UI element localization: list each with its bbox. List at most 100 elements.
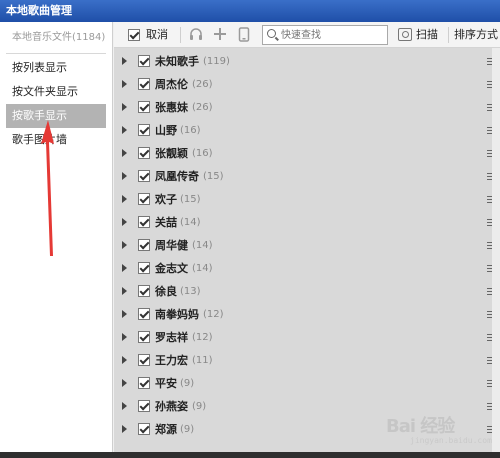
list-item[interactable]: 徐良 (13): [114, 280, 492, 303]
expand-triangle-icon[interactable]: [122, 57, 127, 65]
song-count: (16): [192, 148, 213, 159]
artist-name: 金志文: [155, 262, 188, 275]
row-checkbox[interactable]: [138, 239, 150, 251]
toolbar: 取消 扫描 排序方式: [114, 22, 500, 48]
list-item[interactable]: 山野 (16): [114, 119, 492, 142]
artist-name: 未知歌手: [155, 55, 199, 68]
cancel-button[interactable]: 取消: [146, 22, 168, 48]
sort-button[interactable]: 排序方式: [454, 22, 498, 48]
expand-triangle-icon[interactable]: [122, 80, 127, 88]
vertical-scrollbar[interactable]: [492, 48, 500, 452]
headphones-icon[interactable]: [188, 27, 204, 43]
list-item[interactable]: 孙燕姿 (9): [114, 395, 492, 418]
expand-triangle-icon[interactable]: [122, 126, 127, 134]
row-checkbox[interactable]: [138, 101, 150, 113]
row-checkbox[interactable]: [138, 308, 150, 320]
expand-triangle-icon[interactable]: [122, 103, 127, 111]
list-item[interactable]: 平安 (9): [114, 372, 492, 395]
list-item[interactable]: 周杰伦 (26): [114, 73, 492, 96]
song-count: (15): [180, 194, 201, 205]
list-item[interactable]: 关喆 (14): [114, 211, 492, 234]
list-item[interactable]: 张靓颖 (16): [114, 142, 492, 165]
list-item[interactable]: 南拳妈妈 (12): [114, 303, 492, 326]
row-checkbox[interactable]: [138, 170, 150, 182]
expand-triangle-icon[interactable]: [122, 356, 127, 364]
select-all-checkbox[interactable]: [128, 29, 140, 41]
row-checkbox[interactable]: [138, 147, 150, 159]
plus-icon[interactable]: [212, 27, 228, 43]
sidebar-item-by-artist[interactable]: 按歌手显示: [6, 104, 106, 128]
song-count: (16): [180, 125, 201, 136]
artist-name: 山野: [155, 124, 177, 137]
artist-name: 周杰伦: [155, 78, 188, 91]
song-count: (14): [192, 240, 213, 251]
list-item[interactable]: 张惠妹 (26): [114, 96, 492, 119]
scan-button[interactable]: 扫描: [416, 22, 438, 48]
row-checkbox[interactable]: [138, 262, 150, 274]
list-item[interactable]: 欢子 (15): [114, 188, 492, 211]
list-item[interactable]: 周华健 (14): [114, 234, 492, 257]
sidebar: 本地音乐文件(1184) 按列表显示 按文件夹显示 按歌手显示 歌手图片墙: [0, 22, 113, 452]
song-count: (11): [192, 355, 213, 366]
expand-triangle-icon[interactable]: [122, 425, 127, 433]
row-checkbox[interactable]: [138, 285, 150, 297]
scan-icon[interactable]: [398, 28, 412, 41]
expand-triangle-icon[interactable]: [122, 241, 127, 249]
song-count: (14): [192, 263, 213, 274]
sidebar-item-by-list[interactable]: 按列表显示: [0, 56, 112, 80]
toolbar-divider: [448, 27, 449, 43]
expand-triangle-icon[interactable]: [122, 402, 127, 410]
list-item[interactable]: 未知歌手 (119): [114, 50, 492, 73]
list-item[interactable]: 王力宏 (11): [114, 349, 492, 372]
toolbar-divider: [180, 27, 181, 43]
song-count: (13): [180, 286, 201, 297]
expand-triangle-icon[interactable]: [122, 379, 127, 387]
expand-triangle-icon[interactable]: [122, 218, 127, 226]
song-count: (9): [192, 401, 207, 412]
artist-name: 周华健: [155, 239, 188, 252]
song-count: (14): [180, 217, 201, 228]
row-checkbox[interactable]: [138, 78, 150, 90]
song-count: (12): [203, 309, 224, 320]
row-checkbox[interactable]: [138, 354, 150, 366]
row-checkbox[interactable]: [138, 216, 150, 228]
expand-triangle-icon[interactable]: [122, 172, 127, 180]
song-count: (15): [203, 171, 224, 182]
phone-icon[interactable]: [236, 27, 252, 43]
artist-name: 孙燕姿: [155, 400, 188, 413]
list-item[interactable]: 凤凰传奇 (15): [114, 165, 492, 188]
list-item[interactable]: 郑源 (9): [114, 418, 492, 441]
expand-triangle-icon[interactable]: [122, 333, 127, 341]
row-checkbox[interactable]: [138, 55, 150, 67]
expand-triangle-icon[interactable]: [122, 149, 127, 157]
song-count: (9): [180, 424, 195, 435]
sidebar-header: 本地音乐文件(1184): [6, 22, 106, 54]
row-checkbox[interactable]: [138, 331, 150, 343]
song-count: (26): [192, 79, 213, 90]
row-checkbox[interactable]: [138, 377, 150, 389]
artist-name: 欢子: [155, 193, 177, 206]
list-item[interactable]: 罗志祥 (12): [114, 326, 492, 349]
song-count: (12): [192, 332, 213, 343]
sidebar-item-artist-wall[interactable]: 歌手图片墙: [0, 128, 112, 152]
list-item[interactable]: 金志文 (14): [114, 257, 492, 280]
row-checkbox[interactable]: [138, 193, 150, 205]
artist-name: 张靓颖: [155, 147, 188, 160]
expand-triangle-icon[interactable]: [122, 310, 127, 318]
artist-list: 未知歌手 (119) 周杰伦 (26) 张惠妹 (26) 山野 (16) 张靓颖 (16)…: [114, 48, 492, 452]
row-checkbox[interactable]: [138, 124, 150, 136]
search-box[interactable]: [262, 25, 388, 45]
expand-triangle-icon[interactable]: [122, 264, 127, 272]
artist-name: 郑源: [155, 423, 177, 436]
song-count: (26): [192, 102, 213, 113]
search-input[interactable]: [281, 27, 385, 43]
row-checkbox[interactable]: [138, 423, 150, 435]
expand-triangle-icon[interactable]: [122, 195, 127, 203]
artist-name: 关喆: [155, 216, 177, 229]
row-checkbox[interactable]: [138, 400, 150, 412]
artist-name: 平安: [155, 377, 177, 390]
artist-name: 王力宏: [155, 354, 188, 367]
song-count: (119): [203, 56, 230, 67]
sidebar-item-by-folder[interactable]: 按文件夹显示: [0, 80, 112, 104]
expand-triangle-icon[interactable]: [122, 287, 127, 295]
